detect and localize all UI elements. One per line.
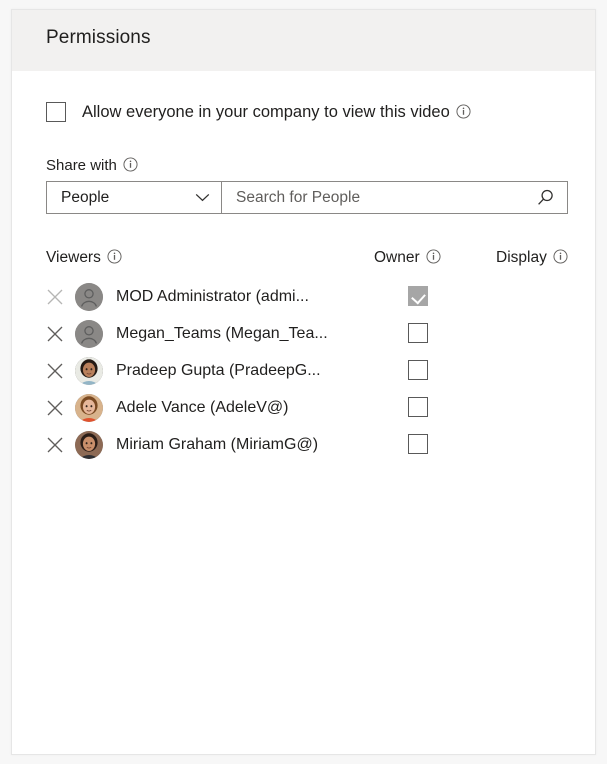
avatar xyxy=(75,430,103,459)
remove-viewer-button[interactable] xyxy=(44,397,66,419)
share-with-dropdown-value: People xyxy=(61,188,110,206)
column-header-owner: Owner xyxy=(374,249,441,267)
remove-viewer-button[interactable] xyxy=(44,360,66,382)
page-title: Permissions xyxy=(46,27,151,48)
info-icon[interactable] xyxy=(123,157,138,172)
panel-header: Permissions xyxy=(12,10,595,71)
search-input[interactable] xyxy=(236,188,508,207)
table-row: Miriam Graham (MiriamG@) xyxy=(46,426,568,463)
table-row: Pradeep Gupta (PradeepG... xyxy=(46,352,568,389)
share-with-dropdown[interactable]: People xyxy=(47,182,222,213)
table-row: Adele Vance (AdeleV@) xyxy=(46,389,568,426)
owner-cell xyxy=(408,434,428,459)
column-header-display-label: Display xyxy=(496,249,547,266)
viewer-name: Pradeep Gupta (PradeepG... xyxy=(116,361,321,379)
remove-viewer-button xyxy=(44,286,66,308)
share-with-text: Share with xyxy=(46,157,117,174)
owner-cell xyxy=(408,397,428,422)
table-header-row: Viewers Owner Display xyxy=(46,249,568,275)
search-people-area xyxy=(222,182,567,213)
remove-viewer-button[interactable] xyxy=(44,434,66,456)
allow-everyone-checkbox[interactable] xyxy=(46,102,66,122)
avatar xyxy=(75,356,103,385)
owner-checkbox[interactable] xyxy=(408,397,428,417)
info-icon[interactable] xyxy=(107,249,122,264)
viewer-name: MOD Administrator (admi... xyxy=(116,287,309,305)
remove-viewer-button[interactable] xyxy=(44,323,66,345)
viewer-name: Miriam Graham (MiriamG@) xyxy=(116,435,319,453)
viewer-name: Adele Vance (AdeleV@) xyxy=(116,398,289,416)
share-with-label: Share with xyxy=(46,157,138,174)
avatar xyxy=(75,393,103,422)
info-icon[interactable] xyxy=(456,103,471,119)
avatar xyxy=(75,319,103,348)
column-header-display: Display xyxy=(496,249,568,267)
owner-checkbox[interactable] xyxy=(408,434,428,454)
permissions-panel: Permissions Allow everyone in your compa… xyxy=(11,9,596,755)
allow-everyone-text: Allow everyone in your company to view t… xyxy=(82,102,450,121)
allow-everyone-row[interactable]: Allow everyone in your company to view t… xyxy=(46,102,471,122)
info-icon[interactable] xyxy=(553,249,568,264)
viewer-name: Megan_Teams (Megan_Tea... xyxy=(116,324,328,342)
column-header-viewers-label: Viewers xyxy=(46,249,101,266)
viewers-table: Viewers Owner Display MOD Administrator … xyxy=(46,249,568,463)
avatar xyxy=(75,282,103,311)
search-icon[interactable] xyxy=(535,188,555,208)
share-with-picker: People xyxy=(46,181,568,214)
viewers-list: MOD Administrator (admi... Megan_Teams (M… xyxy=(46,278,568,463)
table-row: Megan_Teams (Megan_Tea... xyxy=(46,315,568,352)
info-icon[interactable] xyxy=(426,249,441,264)
owner-checkbox[interactable] xyxy=(408,323,428,343)
owner-cell xyxy=(408,323,428,348)
owner-cell xyxy=(408,286,428,311)
owner-checkbox[interactable] xyxy=(408,360,428,380)
column-header-owner-label: Owner xyxy=(374,249,420,266)
column-header-viewers: Viewers xyxy=(46,249,122,267)
table-row: MOD Administrator (admi... xyxy=(46,278,568,315)
owner-checkbox xyxy=(408,286,428,306)
owner-cell xyxy=(408,360,428,385)
chevron-down-icon xyxy=(195,193,210,202)
allow-everyone-label: Allow everyone in your company to view t… xyxy=(82,103,471,122)
